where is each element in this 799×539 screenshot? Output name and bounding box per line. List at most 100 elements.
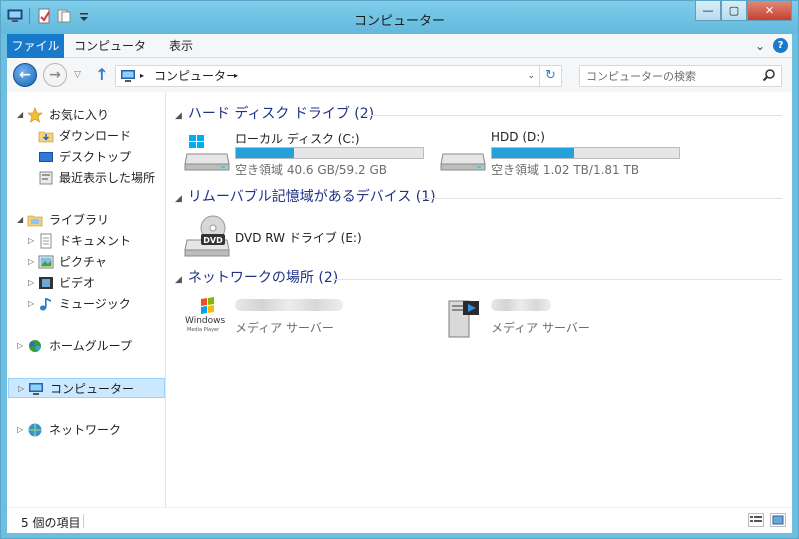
group-title: ハード ディスク ドライブ (2) — [187, 106, 375, 122]
close-button[interactable]: ✕ — [747, 1, 792, 21]
address-dropdown-button[interactable]: ⌄ — [527, 66, 535, 86]
expand-caret[interactable]: ◢ — [17, 210, 23, 230]
explorer-window: コンピューター — ▢ ✕ ファイル コンピューター 表示 ⌄ ? ← → ▽ … — [0, 0, 799, 539]
expand-caret[interactable]: ▷ — [28, 252, 34, 272]
redacted-server-name — [491, 299, 551, 311]
title-bar[interactable]: コンピューター — ▢ ✕ — [1, 1, 798, 34]
group-header-removable[interactable]: ◢ リムーバブル記憶域があるデバイス (1) — [175, 187, 436, 207]
minimize-button[interactable]: — — [695, 1, 721, 21]
windows-media-player-icon: Windows Media Player — [183, 297, 231, 341]
drive-name: HDD (D:) — [491, 130, 545, 144]
nav-label: ミュージック — [59, 297, 131, 311]
collapse-caret[interactable]: ◢ — [175, 275, 182, 285]
nav-item-videos[interactable]: ▷ ビデオ — [7, 273, 165, 293]
expand-caret[interactable]: ▷ — [28, 294, 34, 314]
nav-item-favorites[interactable]: ◢ お気に入り — [7, 105, 165, 125]
nav-label: ネットワーク — [49, 423, 122, 437]
nav-item-desktop[interactable]: デスクトップ — [7, 147, 165, 167]
drive-name: ローカル ディスク (C:) — [235, 132, 360, 146]
nav-item-network[interactable]: ▷ ネットワーク — [7, 420, 165, 440]
breadcrumb-computer[interactable]: コンピューター — [154, 66, 238, 86]
back-button[interactable]: ← — [13, 63, 37, 87]
group-header-network-locations[interactable]: ◢ ネットワークの場所 (2) — [175, 268, 338, 288]
status-divider — [83, 514, 84, 528]
breadcrumb-separator[interactable]: ▸ — [140, 66, 144, 86]
homegroup-icon — [27, 338, 43, 354]
refresh-button[interactable]: ↻ — [540, 65, 562, 87]
nav-item-libraries[interactable]: ◢ ライブラリ — [7, 210, 165, 230]
expand-caret[interactable]: ▷ — [17, 420, 23, 440]
expand-caret[interactable]: ▷ — [17, 336, 23, 356]
ribbon-controls: ⌄ ? — [755, 38, 788, 53]
collapse-caret[interactable]: ◢ — [175, 111, 182, 121]
group-divider — [363, 115, 782, 116]
details-view-icon[interactable] — [748, 513, 764, 527]
computer-icon — [120, 69, 136, 86]
forward-button[interactable]: → — [43, 63, 67, 87]
view-switcher — [748, 513, 786, 527]
downloads-folder-icon — [38, 128, 54, 144]
maximize-button[interactable]: ▢ — [721, 1, 747, 21]
device-tile-dvd[interactable]: DVD DVD RW ドライブ (E:) — [183, 212, 433, 260]
nav-item-recent-places[interactable]: 最近表示した場所 — [7, 168, 165, 188]
videos-icon — [38, 275, 54, 291]
server-type: メディア サーバー — [491, 321, 590, 335]
nav-item-computer[interactable]: ▷ コンピューター — [8, 378, 165, 398]
system-drive-icon — [183, 134, 231, 175]
media-server-tile-1[interactable]: Windows Media Player メディア サーバー — [183, 297, 433, 345]
recent-places-icon — [38, 170, 54, 186]
navigation-pane: ◢ お気に入り ダウンロード デスクトップ 最近表示した場所 ◢ ライブラリ ▷… — [7, 92, 166, 507]
drive-tile-d[interactable]: HDD (D:) 空き領域 1.02 TB/1.81 TB — [439, 130, 689, 180]
nav-item-documents[interactable]: ▷ ドキュメント — [7, 231, 165, 251]
network-icon — [27, 422, 43, 438]
expand-caret[interactable]: ▷ — [18, 379, 24, 399]
recent-locations-button[interactable]: ▽ — [74, 70, 81, 80]
hard-drive-icon — [439, 134, 487, 175]
nav-item-music[interactable]: ▷ ミュージック — [7, 294, 165, 314]
nav-label: ビデオ — [59, 276, 96, 290]
documents-icon — [38, 233, 54, 249]
nav-label: ダウンロード — [59, 129, 132, 143]
logo-text: Windows — [185, 316, 226, 326]
nav-item-pictures[interactable]: ▷ ピクチャ — [7, 252, 165, 272]
window-controls: — ▢ ✕ — [695, 1, 792, 21]
libraries-icon — [27, 212, 43, 228]
expand-caret[interactable]: ◢ — [17, 105, 23, 125]
nav-item-homegroup[interactable]: ▷ ホームグループ — [7, 336, 165, 356]
tab-computer[interactable]: コンピューター — [69, 34, 151, 77]
expand-ribbon-button[interactable]: ⌄ — [755, 39, 765, 53]
search-icon[interactable] — [762, 68, 776, 85]
expand-caret[interactable]: ▷ — [28, 231, 34, 251]
status-bar: 5 個の項目 — [7, 507, 792, 533]
breadcrumb-separator[interactable]: ▸ — [234, 66, 238, 86]
dvd-label: DVD — [203, 236, 223, 245]
nav-label: 最近表示した場所 — [59, 171, 156, 185]
up-button[interactable]: ↑ — [93, 65, 111, 85]
address-box[interactable]: ▸ コンピューター ▸ ⌄ — [115, 65, 540, 87]
drive-usage-fill — [236, 148, 294, 158]
group-divider — [333, 279, 782, 280]
large-icons-view-icon[interactable] — [770, 513, 786, 527]
tab-file[interactable]: ファイル — [7, 34, 64, 58]
group-header-hard-disks[interactable]: ◢ ハード ディスク ドライブ (2) — [175, 104, 374, 124]
tab-view[interactable]: 表示 — [159, 34, 203, 58]
device-name: DVD RW ドライブ (E:) — [235, 231, 362, 245]
content-area: ◢ お気に入り ダウンロード デスクトップ 最近表示した場所 ◢ ライブラリ ▷… — [7, 92, 792, 507]
search-input[interactable] — [586, 68, 756, 84]
media-server-tile-2[interactable]: メディア サーバー — [439, 297, 689, 345]
nav-item-downloads[interactable]: ダウンロード — [7, 126, 165, 146]
music-icon — [38, 296, 54, 312]
nav-label: ドキュメント — [59, 234, 132, 248]
search-box[interactable] — [579, 65, 782, 87]
desktop-icon — [38, 149, 54, 165]
help-button[interactable]: ? — [773, 38, 788, 53]
expand-caret[interactable]: ▷ — [28, 273, 34, 293]
collapse-caret[interactable]: ◢ — [175, 194, 182, 204]
items-view: ◢ ハード ディスク ドライブ (2) ローカル ディスク (C:) 空き領域 4… — [167, 92, 792, 507]
item-count: 5 個の項目 — [21, 516, 81, 530]
nav-label: ライブラリ — [49, 213, 110, 227]
drive-usage-bar — [491, 147, 680, 159]
drive-tile-c[interactable]: ローカル ディスク (C:) 空き領域 40.6 GB/59.2 GB — [183, 130, 433, 180]
computer-icon — [28, 381, 44, 397]
group-title: ネットワークの場所 (2) — [187, 270, 339, 286]
